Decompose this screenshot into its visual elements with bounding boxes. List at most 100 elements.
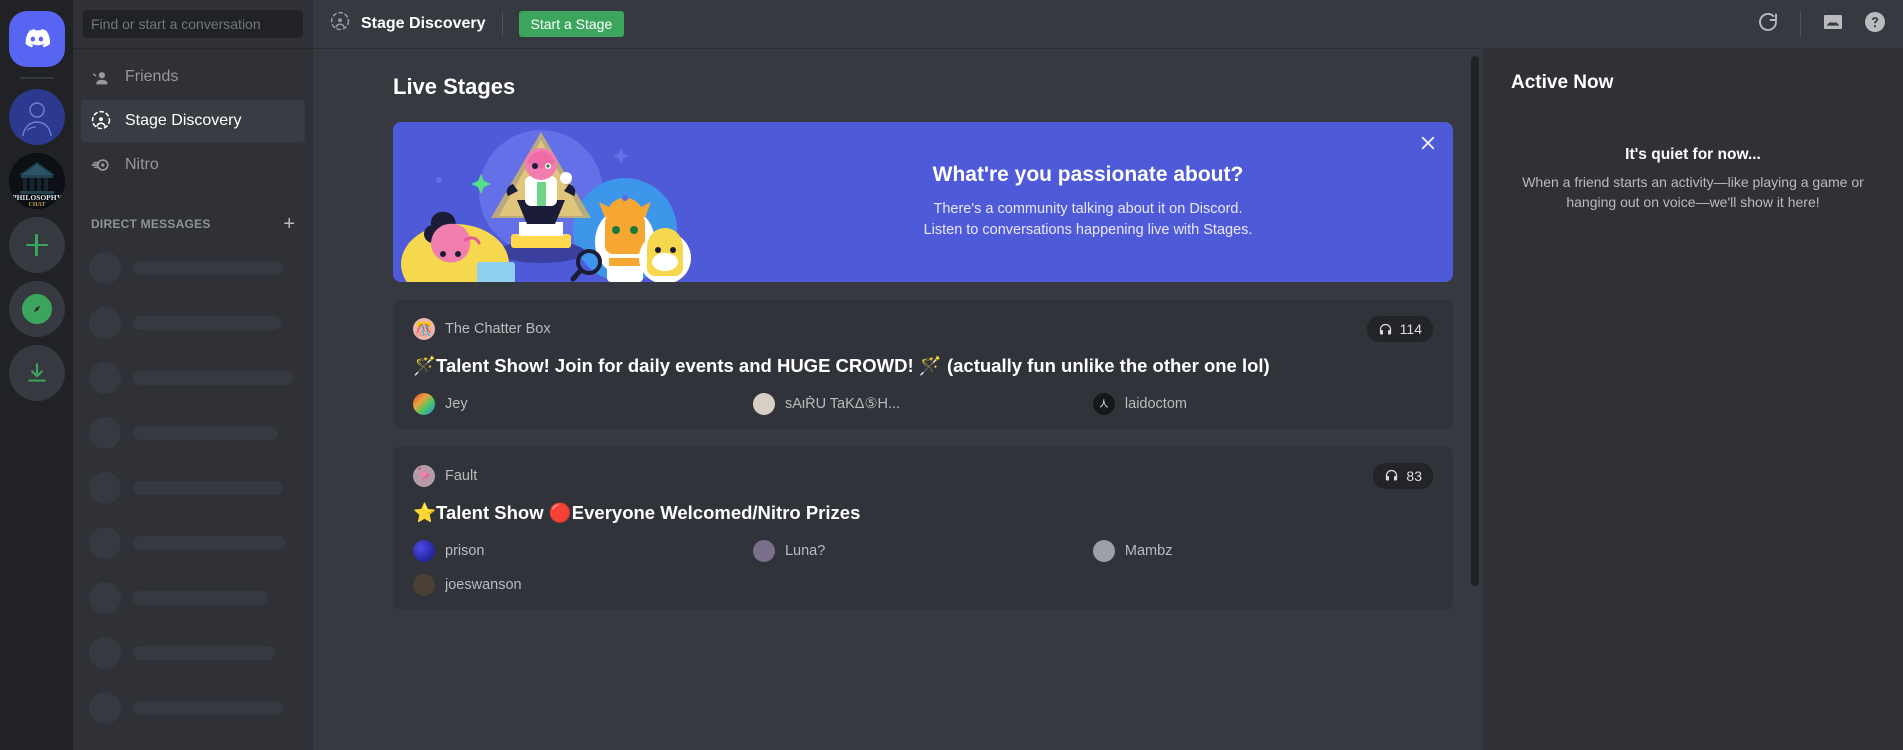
active-now-empty-title: It's quiet for now... bbox=[1625, 146, 1761, 163]
nitro-icon bbox=[89, 153, 113, 177]
start-a-stage-button[interactable]: Start a Stage bbox=[518, 11, 625, 37]
list-item bbox=[81, 527, 305, 559]
live-stages-heading: Live Stages bbox=[393, 74, 516, 99]
speaker-name: joeswanson bbox=[445, 576, 522, 593]
stage-card-header: 🦩 Fault 83 bbox=[413, 462, 1433, 489]
promo-subtitle-line1: There's a community talking about it on … bbox=[933, 200, 1243, 217]
divider bbox=[501, 12, 503, 36]
skeleton-avatar bbox=[89, 637, 121, 669]
active-now-empty-state: It's quiet for now... When a friend star… bbox=[1511, 146, 1875, 213]
stage-card-header: 🎊 The Chatter Box 114 bbox=[413, 316, 1433, 342]
avatar bbox=[752, 392, 775, 415]
skeleton-avatar bbox=[89, 307, 121, 339]
headphones-icon bbox=[1386, 470, 1398, 481]
active-now-panel: Active Now It's quiet for now... When a … bbox=[1483, 48, 1903, 750]
list-item bbox=[81, 417, 305, 449]
promo-banner: What're you passionate about? There's a … bbox=[393, 122, 1453, 282]
list-item bbox=[81, 252, 305, 284]
promo-subtitle-line2: Listen to conversations happening live w… bbox=[923, 222, 1253, 238]
list-item bbox=[81, 637, 305, 669]
promo-illustration bbox=[393, 122, 723, 282]
avatar bbox=[413, 392, 435, 415]
page-title-container: Stage Discovery bbox=[329, 11, 486, 38]
listener-count: 114 bbox=[1399, 321, 1422, 337]
avatar bbox=[1092, 539, 1115, 562]
stage-speakers: prison Luna? Mambz joeswanson bbox=[413, 539, 1433, 596]
skeleton-avatar bbox=[89, 417, 121, 449]
skeleton-bar bbox=[133, 646, 275, 660]
stage-server: 🎊 The Chatter Box bbox=[413, 318, 551, 340]
server-icon-download-apps[interactable] bbox=[8, 345, 65, 401]
skeleton-bar bbox=[133, 481, 283, 495]
skeleton-bar bbox=[133, 426, 278, 440]
topbar-actions bbox=[1756, 10, 1887, 39]
server-icon-philosophy-chat[interactable]: PHILOSOPHY CHAT bbox=[8, 153, 65, 209]
skeleton-avatar bbox=[89, 362, 121, 394]
friends-icon bbox=[89, 65, 113, 89]
skeleton-avatar bbox=[89, 252, 121, 284]
user-avatar-icon bbox=[21, 102, 52, 137]
sidebar-item-stage-discovery[interactable]: Stage Discovery bbox=[81, 100, 305, 142]
search-input[interactable] bbox=[83, 10, 303, 38]
philosophy-chat-logo-icon: PHILOSOPHY CHAT bbox=[8, 153, 65, 209]
skeleton-avatar bbox=[89, 472, 121, 504]
list-item bbox=[81, 362, 305, 394]
content-row: Live Stages What're you passionate about… bbox=[313, 48, 1903, 750]
speaker: prison bbox=[413, 539, 753, 562]
speaker: Luna? bbox=[752, 539, 1093, 562]
active-now-title: Active Now bbox=[1511, 72, 1614, 93]
stage-server-name: The Chatter Box bbox=[445, 321, 551, 337]
sidebar-item-friends[interactable]: Friends bbox=[81, 56, 305, 98]
stage-card[interactable]: 🦩 Fault 83 ⭐Talent Show 🔴Everyone Welcom… bbox=[393, 446, 1453, 610]
server-icon-explore-servers[interactable] bbox=[8, 281, 65, 337]
skeleton-avatar bbox=[89, 527, 121, 559]
avatar bbox=[413, 573, 435, 596]
divider bbox=[1800, 12, 1801, 36]
skeleton-bar bbox=[133, 371, 293, 385]
stage-card[interactable]: 🎊 The Chatter Box 114 🪄Talent Show! Join… bbox=[393, 300, 1453, 429]
avatar bbox=[413, 539, 435, 562]
download-icon bbox=[27, 363, 46, 382]
create-dm-button[interactable]: + bbox=[283, 214, 305, 234]
discord-app-window: PHILOSOPHY CHAT Find or start a conversa… bbox=[0, 0, 1903, 750]
inbox-icon[interactable] bbox=[1821, 10, 1845, 39]
speaker: ѕAιŘU TaKΔ⑤H... bbox=[752, 392, 1093, 415]
scrollbar[interactable] bbox=[1471, 56, 1479, 586]
dm-section-header: Direct Messages + bbox=[73, 196, 313, 238]
help-icon[interactable] bbox=[1863, 10, 1887, 39]
close-icon[interactable] bbox=[1419, 134, 1437, 152]
stage-speakers: Jey ѕAιŘU TaKΔ⑤H... 人 laidoctom bbox=[413, 392, 1433, 415]
skeleton-bar bbox=[133, 536, 285, 550]
svg-text:PHILOSOPHY: PHILOSOPHY bbox=[11, 193, 62, 202]
active-now-empty-body: When a friend starts an activity—like pl… bbox=[1522, 174, 1864, 211]
stage-server: 🦩 Fault bbox=[413, 464, 477, 487]
page-title: Stage Discovery bbox=[361, 15, 486, 32]
server-avatar: 🦩 bbox=[413, 464, 435, 487]
sidebar-item-nitro[interactable]: Nitro bbox=[81, 144, 305, 186]
server-icon-add-server[interactable] bbox=[8, 217, 65, 273]
server-icon-discord-home[interactable] bbox=[8, 11, 65, 67]
discovery-inner: Live Stages What're you passionate about… bbox=[313, 48, 1483, 610]
stage-icon bbox=[329, 11, 351, 38]
dm-loading-skeletons bbox=[73, 244, 313, 724]
dm-section-label: Direct Messages bbox=[91, 217, 211, 231]
dm-nav: Friends Stage Discovery Nitro bbox=[73, 48, 313, 186]
server-icon-avatar-blue[interactable] bbox=[8, 89, 65, 145]
svg-text:CHAT: CHAT bbox=[28, 202, 45, 208]
list-item bbox=[81, 582, 305, 614]
speaker-name: prison bbox=[445, 542, 485, 559]
speaker: Jey bbox=[413, 392, 753, 415]
sidebar-item-label: Nitro bbox=[125, 156, 159, 173]
stage-icon bbox=[89, 109, 113, 133]
speaker: Mambz bbox=[1092, 539, 1433, 562]
skeleton-avatar bbox=[89, 692, 121, 724]
refresh-icon[interactable] bbox=[1756, 10, 1780, 39]
main-content: Stage Discovery Start a Stage Live Stage… bbox=[313, 0, 1903, 750]
dm-sidebar: Friends Stage Discovery bbox=[73, 0, 313, 750]
speaker-name: ѕAιŘU TaKΔ⑤H... bbox=[784, 395, 901, 412]
sidebar-item-label: Friends bbox=[125, 68, 179, 85]
skeleton-bar bbox=[133, 701, 283, 715]
promo-text: What're you passionate about? There's a … bbox=[723, 163, 1453, 241]
speaker: joeswanson bbox=[413, 573, 753, 596]
server-avatar: 🎊 bbox=[413, 318, 435, 340]
